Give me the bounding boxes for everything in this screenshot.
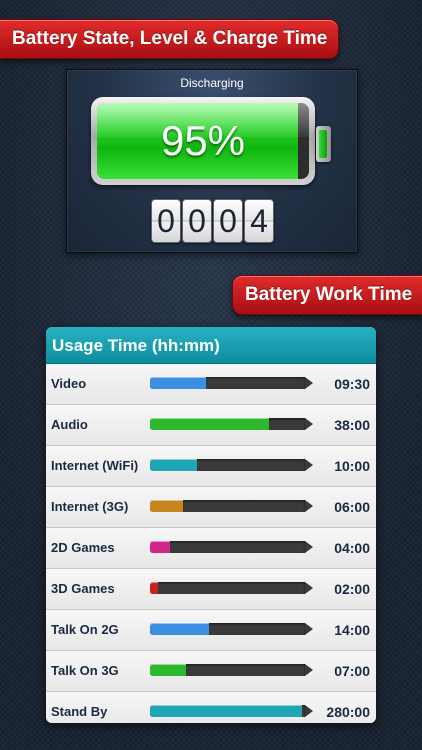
battery-status-panel: Discharging 95% 0 0 0 4	[66, 69, 358, 253]
usage-label: Audio	[51, 417, 88, 432]
usage-row: 3D Games 02:00	[46, 569, 376, 610]
usage-bar	[150, 500, 313, 512]
usage-label: Video	[51, 376, 87, 391]
usage-row: Internet (WiFi) 10:00	[46, 446, 376, 487]
usage-bar	[150, 705, 313, 717]
usage-time-title: Usage Time (hh:mm)	[46, 327, 376, 364]
usage-bar-fill	[150, 541, 171, 553]
usage-bar-fill	[150, 500, 183, 512]
usage-bar-fill	[150, 459, 197, 471]
usage-bar	[150, 377, 313, 389]
usage-bar-fill	[150, 623, 209, 635]
usage-label: Stand By	[51, 704, 108, 719]
battery-icon: 95%	[91, 97, 315, 185]
usage-time-value: 04:00	[334, 540, 370, 556]
usage-bar	[150, 664, 313, 676]
usage-row: Stand By 280:00	[46, 692, 376, 723]
usage-time-value: 06:00	[334, 499, 370, 515]
usage-label: Internet (WiFi)	[51, 458, 139, 473]
usage-time-value: 280:00	[326, 704, 370, 720]
usage-label: Talk On 2G	[51, 622, 119, 637]
battery-terminal-icon	[316, 126, 331, 162]
usage-time-value: 09:30	[334, 376, 370, 392]
usage-list: Video 09:30 Audio 38:00 Internet (WiFi) 10:00…	[46, 364, 376, 723]
usage-label: 2D Games	[51, 540, 115, 555]
battery-work-time-banner: Battery Work Time	[232, 275, 422, 315]
usage-bar-fill	[150, 705, 302, 717]
usage-row: 2D Games 04:00	[46, 528, 376, 569]
usage-row: Talk On 2G 14:00	[46, 610, 376, 651]
usage-row: Talk On 3G 07:00	[46, 651, 376, 692]
usage-time-value: 07:00	[334, 663, 370, 679]
usage-row: Internet (3G) 06:00	[46, 487, 376, 528]
usage-label: 3D Games	[51, 581, 115, 596]
charge-time-counter: 0 0 0 4	[151, 199, 274, 243]
usage-bar-fill	[150, 377, 206, 389]
usage-bar	[150, 582, 313, 594]
usage-label: Talk On 3G	[51, 663, 119, 678]
usage-bar	[150, 623, 313, 635]
usage-bar-fill	[150, 664, 186, 676]
usage-row: Video 09:30	[46, 364, 376, 405]
usage-bar-fill	[150, 582, 158, 594]
battery-state-banner: Battery State, Level & Charge Time	[0, 19, 339, 59]
usage-time-value: 14:00	[334, 622, 370, 638]
usage-time-value: 10:00	[334, 458, 370, 474]
usage-time-card: Usage Time (hh:mm) Video 09:30 Audio 38:00 I…	[46, 327, 376, 723]
usage-label: Internet (3G)	[51, 499, 129, 514]
battery-state-label: Discharging	[180, 76, 244, 90]
usage-bar	[150, 418, 313, 430]
usage-time-value: 02:00	[334, 581, 370, 597]
charge-time-digit: 0	[213, 199, 243, 243]
charge-time-digit: 4	[244, 199, 274, 243]
usage-bar	[150, 459, 313, 471]
usage-row: Audio 38:00	[46, 405, 376, 446]
usage-bar	[150, 541, 313, 553]
usage-bar-fill	[150, 418, 270, 430]
charge-time-digit: 0	[182, 199, 212, 243]
battery-level-percent: 95%	[160, 117, 246, 164]
usage-time-value: 38:00	[334, 417, 370, 433]
charge-time-digit: 0	[151, 199, 181, 243]
